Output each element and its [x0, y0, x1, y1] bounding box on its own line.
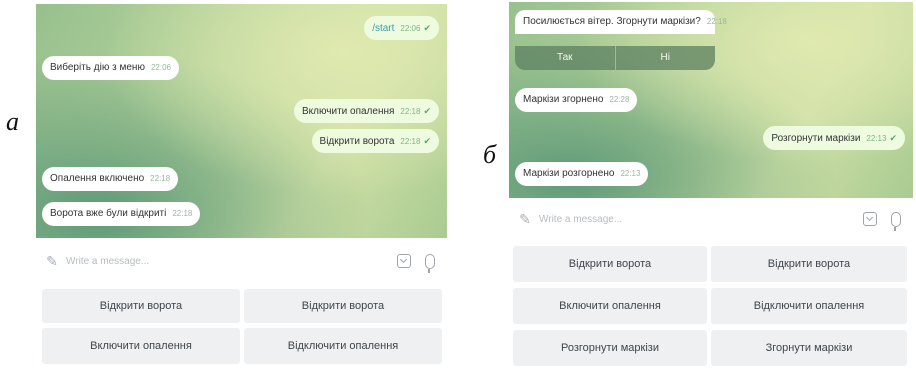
check-icon: ✔: [889, 133, 897, 143]
message-text: Розгорнути маркізи: [771, 133, 861, 144]
chat-history-b: Посилюється вітер. Згорнути маркізи? 22:1…: [509, 2, 913, 198]
message-text: Включити опалення: [302, 106, 395, 117]
message-text: Виберіть дію з меню: [50, 62, 145, 73]
keyboard-button-open-gate[interactable]: Відкрити ворота: [244, 289, 442, 323]
message-time: 22:06: [400, 24, 421, 33]
message-text: Маркізи розгорнено: [523, 168, 615, 179]
message-bubble: Ворота вже були відкриті 22:18: [42, 202, 201, 226]
keyboard-button-open-gate[interactable]: Відкрити ворота: [711, 246, 907, 282]
message-text: Маркізи згорнено: [523, 94, 604, 105]
figure-label-b: б: [483, 140, 497, 169]
inline-button-yes[interactable]: Так: [515, 46, 616, 70]
keyboard-button-heating-off[interactable]: Відключити опалення: [244, 328, 442, 364]
inline-keyboard: Так Ні: [515, 46, 715, 70]
check-icon: ✔: [423, 23, 431, 33]
message-input[interactable]: Write a message...: [66, 256, 397, 267]
keyboard-button-roll-up-awnings[interactable]: Згорнути маркізи: [711, 330, 907, 366]
message-bubble: Відкрити ворота 22:18 ✔: [311, 129, 439, 153]
keyboard-button-open-gate[interactable]: Відкрити ворота: [513, 246, 707, 282]
keyboard-button-open-gate[interactable]: Відкрити ворота: [42, 289, 240, 323]
keyboard-button-heating-on[interactable]: Включити опалення: [513, 288, 707, 324]
paperclip-icon[interactable]: ✎: [517, 211, 533, 227]
message-bubble: Розгорнути маркізи 22:13 ✔: [763, 126, 905, 150]
message-text: Посилюється вітер. Згорнути маркізи?: [523, 16, 701, 27]
message-bubble: Маркізи згорнено 22:28: [515, 88, 638, 112]
message-time: 22:18: [400, 137, 421, 146]
check-icon: ✔: [423, 106, 431, 116]
paperclip-icon[interactable]: ✎: [44, 253, 60, 269]
chat-panel-b: Посилюється вітер. Згорнути маркізи? 22:1…: [509, 2, 913, 370]
keyboard-icon[interactable]: [397, 254, 411, 268]
reply-keyboard-a: Відкрити ворота Відкрити ворота Включити…: [36, 286, 447, 370]
chat-panel-a: /start 22:06 ✔ Виберіть дію з меню 22:06 Вк…: [36, 4, 447, 370]
message-time: 22:18: [400, 107, 421, 116]
message-time: 22:13: [620, 169, 641, 178]
message-text: /start: [372, 23, 395, 34]
message-bubble: Виберіть дію з меню 22:06: [42, 56, 179, 80]
message-bubble: /start 22:06 ✔: [364, 16, 439, 40]
inline-button-no[interactable]: Ні: [615, 46, 715, 70]
message-text: Ворота вже були відкриті: [50, 208, 167, 219]
message-time: 22:18: [150, 174, 171, 183]
keyboard-button-unroll-awnings[interactable]: Розгорнути маркізи: [513, 330, 707, 366]
message-time: 22:18: [172, 209, 193, 218]
message-time: 22:13: [866, 134, 887, 143]
message-time: 22:28: [609, 95, 630, 104]
message-input-bar: ✎ Write a message...: [36, 240, 447, 282]
microphone-icon[interactable]: [425, 253, 435, 273]
chat-history-a: /start 22:06 ✔ Виберіть дію з меню 22:06 Вк…: [36, 4, 447, 238]
message-text: Опалення включено: [50, 173, 145, 184]
reply-keyboard-b: Відкрити ворота Відкрити ворота Включити…: [509, 246, 913, 370]
message-input-bar: ✎ Write a message...: [509, 200, 913, 238]
message-time: 22:06: [150, 63, 171, 72]
keyboard-icon[interactable]: [863, 212, 877, 226]
message-bubble: Включити опалення 22:18 ✔: [294, 99, 439, 123]
message-input[interactable]: Write a message...: [539, 214, 863, 225]
check-icon: ✔: [423, 136, 431, 146]
message-bubble: Маркізи розгорнено 22:13: [515, 162, 649, 186]
message-bubble: Опалення включено 22:18: [42, 167, 179, 191]
message-bubble: Посилюється вітер. Згорнути маркізи? 22:1…: [515, 10, 727, 34]
keyboard-button-heating-off[interactable]: Відключити опалення: [711, 288, 907, 324]
figure-label-a: а: [6, 107, 19, 136]
keyboard-button-heating-on[interactable]: Включити опалення: [42, 328, 240, 364]
microphone-icon[interactable]: [891, 211, 901, 231]
message-time: 22:18: [706, 17, 727, 26]
message-text: Відкрити ворота: [319, 136, 395, 147]
